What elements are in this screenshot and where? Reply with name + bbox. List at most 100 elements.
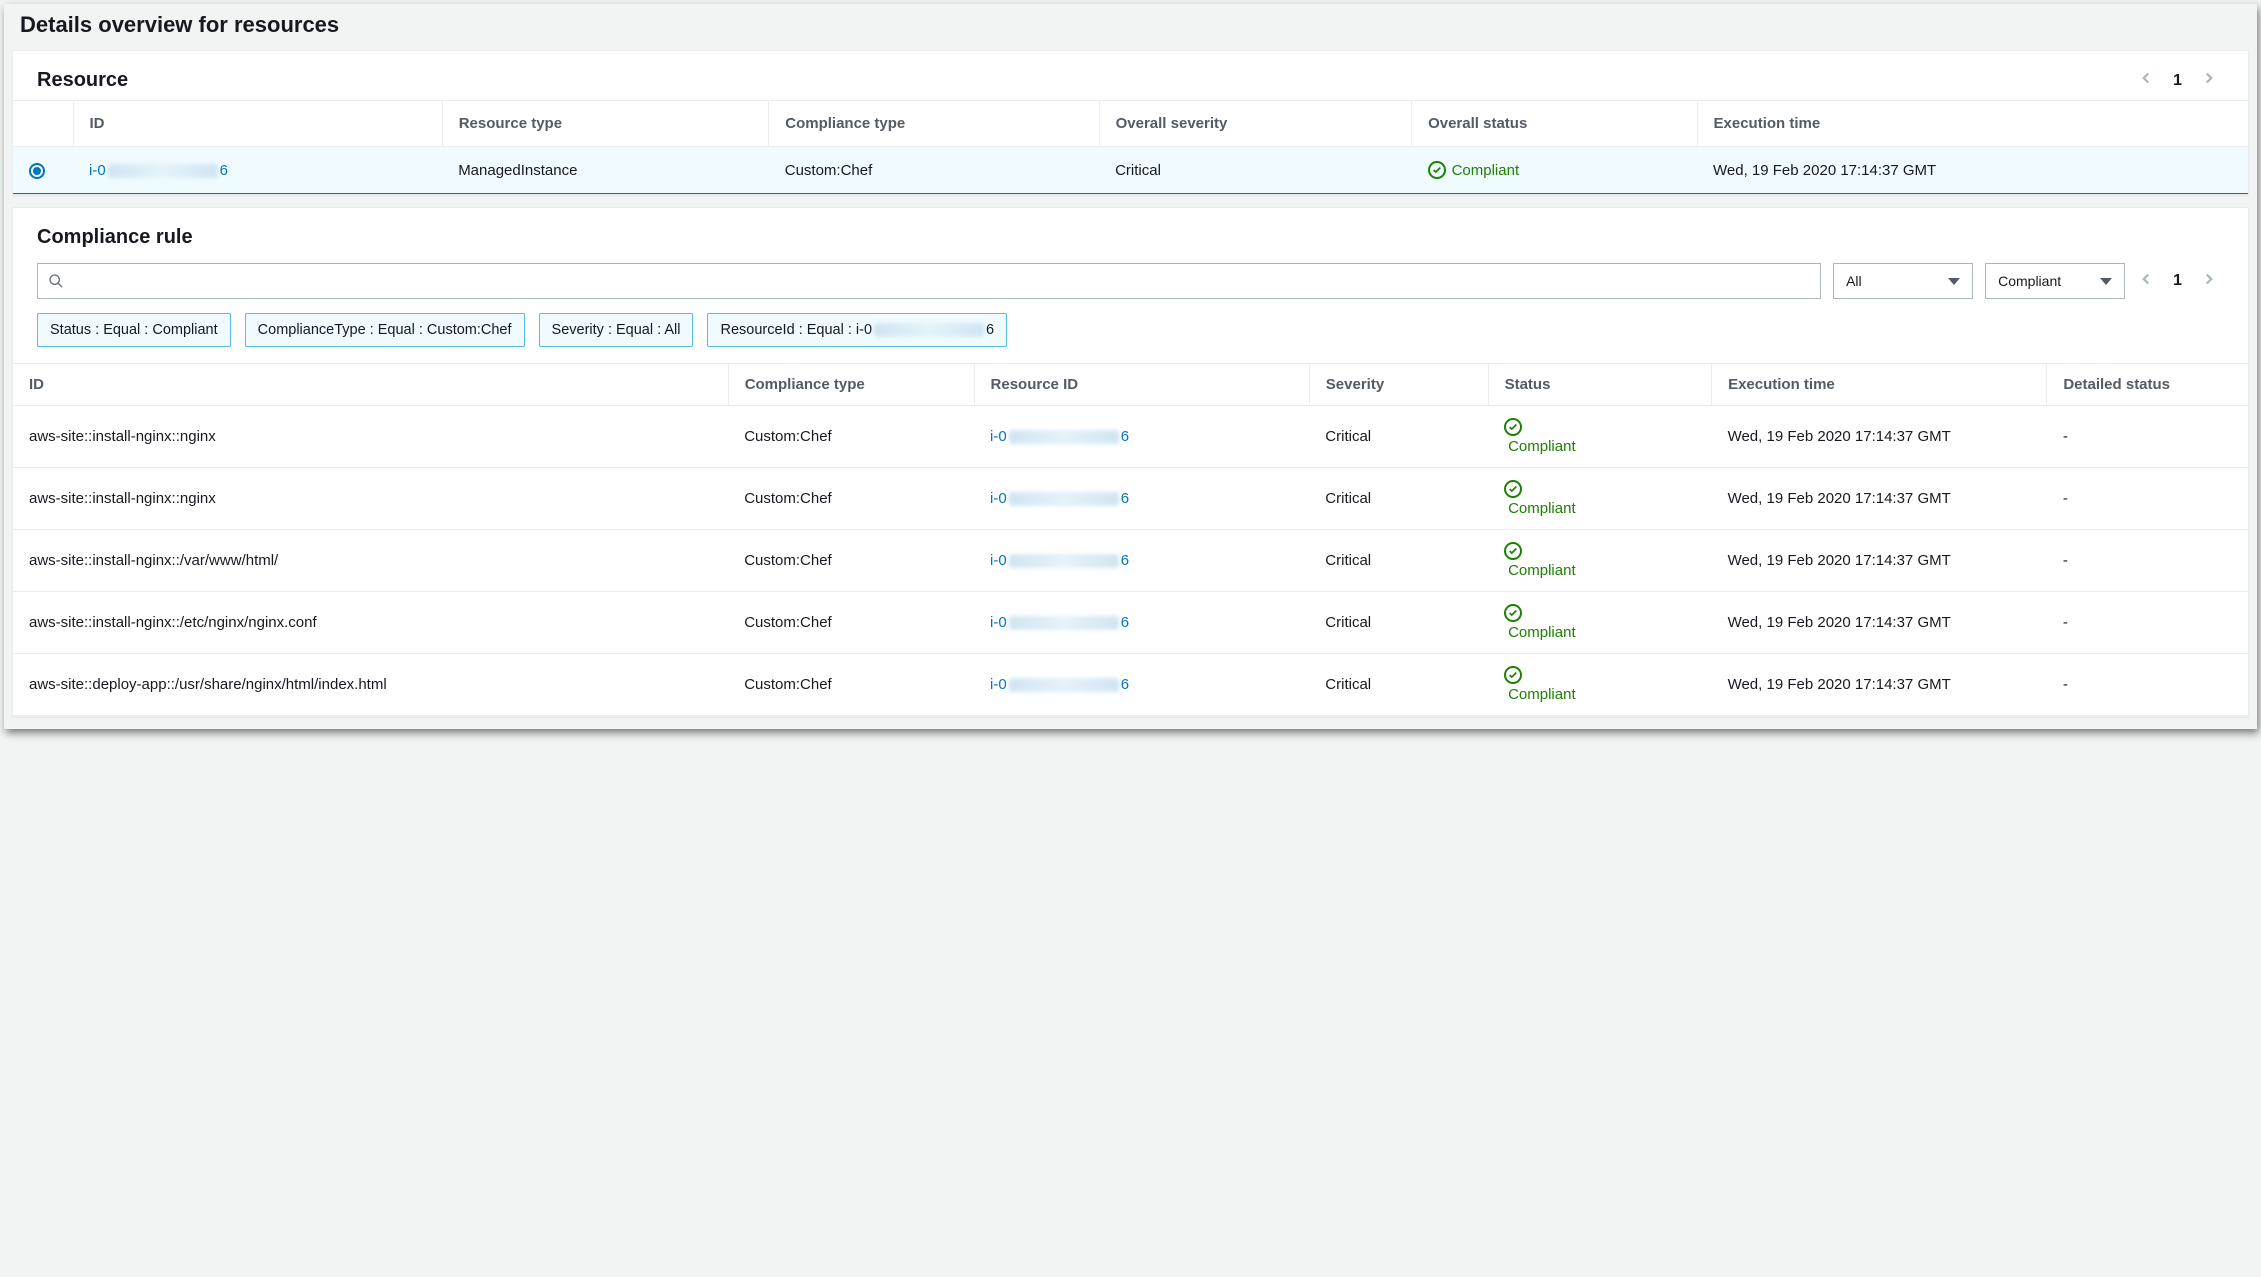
cell-detailed-status: - bbox=[2047, 592, 2248, 654]
col-resource-id[interactable]: Resource ID bbox=[974, 364, 1309, 406]
status-badge: Compliant bbox=[1428, 161, 1520, 179]
col-execution-time[interactable]: Execution time bbox=[1712, 364, 2047, 406]
resource-id-link[interactable]: i-06 bbox=[990, 490, 1129, 507]
status-badge: Compliant bbox=[1504, 480, 1696, 517]
redacted bbox=[108, 164, 218, 178]
col-execution-time[interactable]: Execution time bbox=[1697, 101, 2248, 147]
col-compliance-type[interactable]: Compliance type bbox=[728, 364, 974, 406]
search-input[interactable] bbox=[37, 263, 1821, 299]
check-circle-icon bbox=[1504, 604, 1522, 622]
filter-chip[interactable]: ResourceId : Equal : i-06 bbox=[707, 313, 1007, 347]
chevron-down-icon bbox=[1948, 278, 1960, 285]
cell-id: aws-site::install-nginx::/var/www/html/ bbox=[13, 530, 728, 592]
col-id[interactable]: ID bbox=[73, 101, 442, 147]
col-compliance-type[interactable]: Compliance type bbox=[769, 101, 1099, 147]
cell-severity: Critical bbox=[1309, 530, 1488, 592]
redacted bbox=[1009, 430, 1119, 444]
cell-compliance-type: Custom:Chef bbox=[769, 147, 1099, 194]
filter-chips: Status : Equal : Compliant ComplianceTyp… bbox=[13, 313, 2248, 363]
cell-compliance-type: Custom:Chef bbox=[728, 406, 974, 468]
prev-page-button[interactable] bbox=[2137, 69, 2155, 92]
cell-execution-time: Wed, 19 Feb 2020 17:14:37 GMT bbox=[1712, 654, 2047, 716]
cell-severity: Critical bbox=[1309, 592, 1488, 654]
cell-compliance-type: Custom:Chef bbox=[728, 592, 974, 654]
col-resource-type[interactable]: Resource type bbox=[442, 101, 769, 147]
resource-panel: Resource 1 ID Resource type Compliance t… bbox=[12, 50, 2249, 195]
redacted bbox=[874, 323, 984, 337]
resource-pager: 1 bbox=[2137, 69, 2224, 92]
page-number: 1 bbox=[2173, 272, 2182, 290]
cell-id: aws-site::install-nginx::nginx bbox=[13, 468, 728, 530]
col-id[interactable]: ID bbox=[13, 364, 728, 406]
redacted bbox=[1009, 492, 1119, 506]
check-circle-icon bbox=[1504, 480, 1522, 498]
search-icon bbox=[48, 273, 64, 289]
next-page-button[interactable] bbox=[2200, 69, 2218, 92]
filter-chip[interactable]: ComplianceType : Equal : Custom:Chef bbox=[245, 313, 525, 347]
cell-severity: Critical bbox=[1309, 468, 1488, 530]
page-number: 1 bbox=[2173, 72, 2182, 90]
resource-panel-title: Resource bbox=[37, 69, 128, 92]
table-row[interactable]: aws-site::deploy-app::/usr/share/nginx/h… bbox=[13, 654, 2248, 716]
check-circle-icon bbox=[1504, 542, 1522, 560]
cell-execution-time: Wed, 19 Feb 2020 17:14:37 GMT bbox=[1712, 406, 2047, 468]
col-overall-severity[interactable]: Overall severity bbox=[1099, 101, 1411, 147]
rules-table: ID Compliance type Resource ID Severity … bbox=[13, 363, 2248, 716]
chevron-down-icon bbox=[2100, 278, 2112, 285]
cell-detailed-status: - bbox=[2047, 530, 2248, 592]
filter-chip[interactable]: Status : Equal : Compliant bbox=[37, 313, 231, 347]
col-detailed-status[interactable]: Detailed status bbox=[2047, 364, 2248, 406]
table-row[interactable]: aws-site::install-nginx::/etc/nginx/ngin… bbox=[13, 592, 2248, 654]
resource-id-link[interactable]: i-06 bbox=[990, 676, 1129, 693]
cell-severity: Critical bbox=[1309, 406, 1488, 468]
cell-resource-type: ManagedInstance bbox=[442, 147, 769, 194]
filter-chip[interactable]: Severity : Equal : All bbox=[539, 313, 694, 347]
check-circle-icon bbox=[1504, 666, 1522, 684]
cell-execution-time: Wed, 19 Feb 2020 17:14:37 GMT bbox=[1712, 530, 2047, 592]
cell-overall-severity: Critical bbox=[1099, 147, 1411, 194]
cell-execution-time: Wed, 19 Feb 2020 17:14:37 GMT bbox=[1712, 592, 2047, 654]
status-badge: Compliant bbox=[1504, 542, 1696, 579]
cell-severity: Critical bbox=[1309, 654, 1488, 716]
cell-detailed-status: - bbox=[2047, 468, 2248, 530]
status-badge: Compliant bbox=[1504, 418, 1696, 455]
cell-detailed-status: - bbox=[2047, 406, 2248, 468]
cell-compliance-type: Custom:Chef bbox=[728, 468, 974, 530]
resource-table: ID Resource type Compliance type Overall… bbox=[13, 100, 2248, 194]
row-radio[interactable] bbox=[29, 163, 45, 179]
redacted bbox=[1009, 616, 1119, 630]
table-row[interactable]: aws-site::install-nginx::nginx Custom:Ch… bbox=[13, 468, 2248, 530]
cell-id: aws-site::install-nginx::/etc/nginx/ngin… bbox=[13, 592, 728, 654]
col-status[interactable]: Status bbox=[1488, 364, 1712, 406]
resource-id-link[interactable]: i-06 bbox=[990, 552, 1129, 569]
cell-id: aws-site::install-nginx::nginx bbox=[13, 406, 728, 468]
table-row[interactable]: aws-site::install-nginx::/var/www/html/ … bbox=[13, 530, 2248, 592]
status-filter-dropdown[interactable]: Compliant bbox=[1985, 263, 2125, 299]
table-row[interactable]: aws-site::install-nginx::nginx Custom:Ch… bbox=[13, 406, 2248, 468]
check-circle-icon bbox=[1428, 161, 1446, 179]
next-page-button[interactable] bbox=[2200, 270, 2218, 293]
prev-page-button[interactable] bbox=[2137, 270, 2155, 293]
resource-id-link[interactable]: i-06 bbox=[990, 428, 1129, 445]
rules-panel-title: Compliance rule bbox=[37, 226, 193, 249]
resource-row[interactable]: i-06 ManagedInstance Custom:Chef Critica… bbox=[13, 147, 2248, 194]
cell-id: aws-site::deploy-app::/usr/share/nginx/h… bbox=[13, 654, 728, 716]
page-title: Details overview for resources bbox=[4, 4, 2257, 50]
redacted bbox=[1009, 678, 1119, 692]
col-severity[interactable]: Severity bbox=[1309, 364, 1488, 406]
cell-execution-time: Wed, 19 Feb 2020 17:14:37 GMT bbox=[1697, 147, 2248, 194]
compliance-rule-panel: Compliance rule All Compliant 1 bbox=[12, 207, 2249, 717]
severity-filter-dropdown[interactable]: All bbox=[1833, 263, 1973, 299]
status-badge: Compliant bbox=[1504, 666, 1696, 703]
rules-pager: 1 bbox=[2137, 270, 2224, 293]
cell-compliance-type: Custom:Chef bbox=[728, 530, 974, 592]
cell-execution-time: Wed, 19 Feb 2020 17:14:37 GMT bbox=[1712, 468, 2047, 530]
status-badge: Compliant bbox=[1504, 604, 1696, 641]
resource-id-link[interactable]: i-06 bbox=[990, 614, 1129, 631]
redacted bbox=[1009, 554, 1119, 568]
col-overall-status[interactable]: Overall status bbox=[1412, 101, 1697, 147]
resource-id-link[interactable]: i-06 bbox=[89, 162, 228, 179]
cell-compliance-type: Custom:Chef bbox=[728, 654, 974, 716]
check-circle-icon bbox=[1504, 418, 1522, 436]
cell-detailed-status: - bbox=[2047, 654, 2248, 716]
